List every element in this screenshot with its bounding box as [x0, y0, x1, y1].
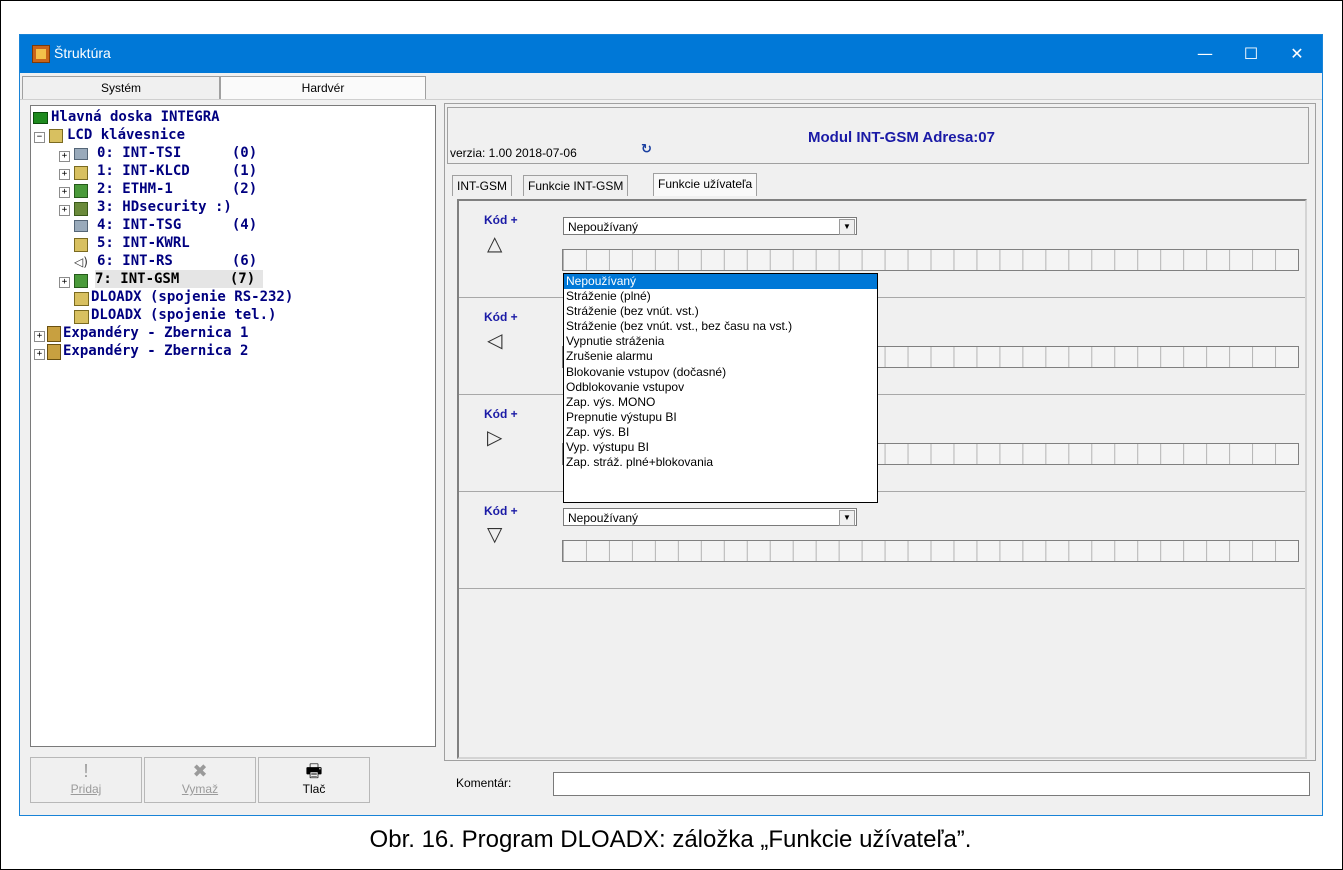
window-title: Štruktúra	[54, 45, 111, 61]
bus-icon	[47, 326, 61, 342]
dropdown-option[interactable]: Stráženie (bez vnút. vst., bez času na v…	[564, 319, 877, 334]
expand-icon[interactable]: +	[59, 151, 70, 162]
app-icon	[32, 45, 50, 63]
close-button[interactable]: ✕	[1274, 35, 1320, 73]
printer-icon: 🖶	[305, 761, 323, 781]
tree-item-hdsecurity[interactable]: 3: HDsecurity :)	[97, 198, 232, 216]
code-label: Kód +	[484, 310, 518, 324]
expand-icon[interactable]: +	[59, 187, 70, 198]
computer-icon	[74, 310, 89, 324]
code-section: Kód + ▽ Nepoužívaný ▼	[459, 492, 1305, 589]
minimize-button[interactable]: —	[1182, 35, 1228, 73]
left-arrow-icon: ◁	[487, 328, 503, 352]
module-header: verzia: 1.00 2018-07-06 ↻ Modul INT-GSM …	[447, 107, 1309, 164]
add-button[interactable]: ! Pridaj	[30, 757, 142, 803]
dropdown-option[interactable]: Vyp. výstupu BI	[564, 440, 877, 455]
touchscreen-icon	[74, 220, 88, 232]
comment-row: Komentár:	[444, 763, 1314, 799]
expand-icon[interactable]: +	[59, 205, 70, 216]
tab-funkcie-uzivatela[interactable]: Funkcie užívateľa	[653, 173, 758, 196]
tree-item-int-klcd[interactable]: 1: INT-KLCD (1)	[97, 162, 257, 180]
dropdown-option[interactable]: Stráženie (plné)	[564, 289, 877, 304]
expand-icon[interactable]: +	[59, 169, 70, 180]
refresh-icon[interactable]: ↻	[641, 142, 652, 157]
hardware-tree[interactable]: Hlavná doska INTEGRA − LCD klávesnice + …	[30, 105, 436, 747]
tree-item-int-tsi[interactable]: 0: INT-TSI (0)	[97, 144, 257, 162]
module-title: Modul INT-GSM Adresa:07	[808, 129, 995, 146]
keypad-icon	[49, 129, 63, 143]
exclamation-icon: !	[83, 761, 89, 781]
tree-item-int-rs[interactable]: 6: INT-RS (6)	[97, 252, 257, 270]
tree-item-bus-2[interactable]: Expandéry - Zbernica 2	[63, 342, 248, 360]
code-cells[interactable]	[562, 249, 1299, 271]
structure-window: Štruktúra — ☐ ✕ Systém Hardvér Hlavná do…	[19, 34, 1323, 816]
keypad-icon	[74, 166, 88, 180]
expand-icon[interactable]: +	[59, 277, 70, 288]
dropdown-option[interactable]: Blokovanie vstupov (dočasné)	[564, 365, 877, 380]
version-label: verzia: 1.00 2018-07-06	[450, 146, 577, 160]
tree-item-ethm-1[interactable]: 2: ETHM-1 (2)	[97, 180, 257, 198]
down-arrow-icon: ▽	[487, 522, 503, 546]
dropdown-option[interactable]: Odblokovanie vstupov	[564, 380, 877, 395]
mainboard-icon	[33, 112, 48, 124]
code-label: Kód +	[484, 504, 518, 518]
tree-lcd-group[interactable]: LCD klávesnice	[67, 126, 185, 144]
tree-item-bus-1[interactable]: Expandéry - Zbernica 1	[63, 324, 248, 342]
code-label: Kód +	[484, 213, 518, 227]
dropdown-option[interactable]: Vypnutie stráženia	[564, 334, 877, 349]
tree-item-int-tsg[interactable]: 4: INT-TSG (4)	[97, 216, 257, 234]
function-select[interactable]: Nepoužívaný ▼	[563, 217, 857, 235]
chevron-down-icon[interactable]: ▼	[839, 510, 855, 526]
delete-button[interactable]: ✖ Vymaž	[144, 757, 256, 803]
ethernet-module-icon	[74, 184, 88, 198]
dropdown-option[interactable]: Zap. stráž. plné+blokovania	[564, 455, 877, 470]
maximize-button[interactable]: ☐	[1228, 35, 1274, 73]
up-arrow-icon: △	[487, 231, 503, 255]
tree-root[interactable]: Hlavná doska INTEGRA	[51, 108, 220, 126]
title-bar[interactable]: Štruktúra — ☐ ✕	[20, 35, 1322, 73]
tree-button-bar: ! Pridaj ✖ Vymaž 🖶 Tlač	[30, 757, 426, 803]
tree-item-int-gsm[interactable]: 7: INT-GSM (7)	[95, 270, 264, 288]
tab-funkcie-int-gsm[interactable]: Funkcie INT-GSM	[523, 175, 629, 196]
expand-icon[interactable]: +	[34, 331, 45, 342]
comment-label: Komentár:	[456, 776, 512, 790]
tree-item-dloadx-rs[interactable]: DLOADX (spojenie RS-232)	[91, 288, 293, 306]
bus-icon	[47, 344, 61, 360]
print-button[interactable]: 🖶 Tlač	[258, 757, 370, 803]
speaker-icon: ◁)	[74, 255, 88, 269]
expand-icon[interactable]: +	[34, 349, 45, 360]
computer-icon	[74, 292, 89, 306]
dropdown-option[interactable]: Stráženie (bez vnút. vst.)	[564, 304, 877, 319]
module-icon	[74, 202, 88, 216]
dropdown-option[interactable]: Zrušenie alarmu	[564, 349, 877, 364]
tab-hardware[interactable]: Hardvér	[220, 76, 426, 99]
function-select[interactable]: Nepoužívaný ▼	[563, 508, 857, 526]
left-tab-bar: Systém Hardvér	[20, 74, 1322, 100]
dropdown-option[interactable]: Prepnutie výstupu BI	[564, 410, 877, 425]
collapse-icon[interactable]: −	[34, 132, 45, 143]
figure-caption: Obr. 16. Program DLOADX: záložka „Funkci…	[369, 826, 972, 853]
dropdown-option[interactable]: Zap. výs. MONO	[564, 395, 877, 410]
dropdown-option[interactable]: Zap. výs. BI	[564, 425, 877, 440]
tab-system[interactable]: Systém	[22, 76, 220, 99]
chevron-down-icon[interactable]: ▼	[839, 219, 855, 235]
code-cells[interactable]	[562, 540, 1299, 562]
delete-x-icon: ✖	[192, 761, 208, 781]
comment-input[interactable]	[553, 772, 1310, 796]
tree-item-int-kwrl[interactable]: 5: INT-KWRL	[97, 234, 190, 252]
code-label: Kód +	[484, 407, 518, 421]
touchscreen-icon	[74, 148, 88, 160]
tree-item-dloadx-tel[interactable]: DLOADX (spojenie tel.)	[91, 306, 276, 324]
function-dropdown-list[interactable]: Nepoužívaný Stráženie (plné) Stráženie (…	[563, 273, 878, 503]
right-arrow-icon: ▷	[487, 425, 503, 449]
dropdown-option[interactable]: Nepoužívaný	[564, 274, 877, 290]
keypad-icon	[74, 238, 88, 252]
tab-int-gsm[interactable]: INT-GSM	[452, 175, 512, 196]
gsm-module-icon	[74, 274, 88, 288]
